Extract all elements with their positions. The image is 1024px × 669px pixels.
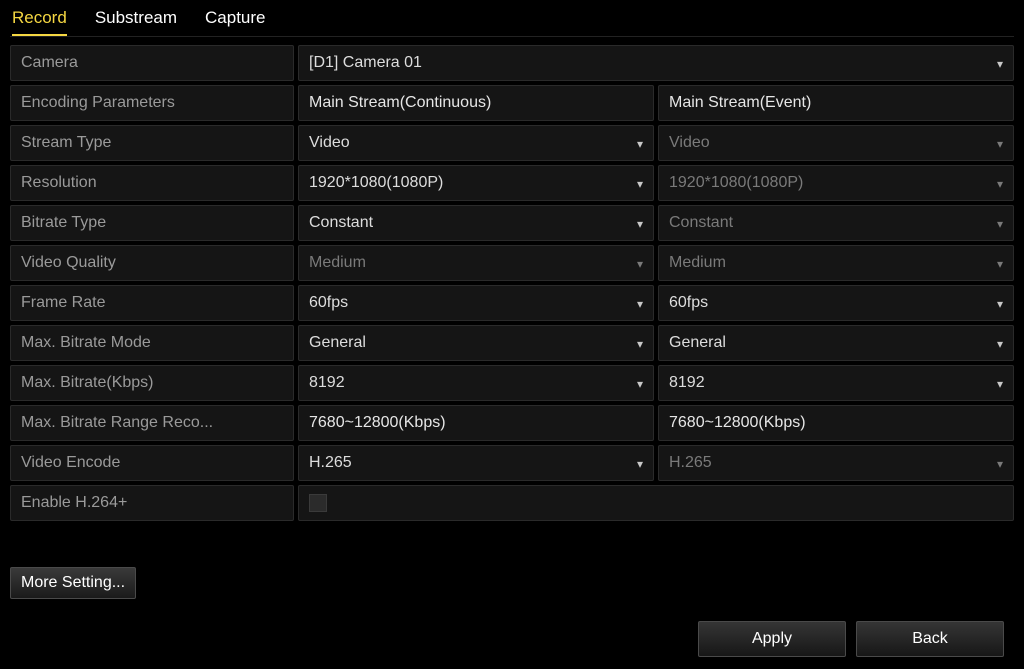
value-bitrate-type-continuous: Constant <box>309 214 373 232</box>
chevron-down-icon: ▾ <box>637 377 643 391</box>
select-camera[interactable]: [D1] Camera 01 ▾ <box>298 45 1014 81</box>
checkbox-cell-enable-h264plus <box>298 485 1014 521</box>
value-video-encode-event: H.265 <box>669 454 712 472</box>
value-max-bitrate-range-event-cell: 7680~12800(Kbps) <box>658 405 1014 441</box>
value-stream-type-continuous: Video <box>309 134 350 152</box>
label-bitrate-type: Bitrate Type <box>10 205 294 241</box>
chevron-down-icon: ▾ <box>997 217 1003 231</box>
value-video-encode-continuous: H.265 <box>309 454 352 472</box>
label-camera: Camera <box>10 45 294 81</box>
value-max-bitrate-range-event: 7680~12800(Kbps) <box>669 414 806 432</box>
value-max-bitrate-range-continuous-cell: 7680~12800(Kbps) <box>298 405 654 441</box>
label-max-bitrate-range: Max. Bitrate Range Reco... <box>10 405 294 441</box>
chevron-down-icon: ▾ <box>637 457 643 471</box>
checkbox-enable-h264plus[interactable] <box>309 494 327 512</box>
header-event-text: Main Stream(Event) <box>669 94 811 112</box>
form-area: Camera [D1] Camera 01 ▾ Encoding Paramet… <box>10 45 1014 599</box>
label-encoding-parameters: Encoding Parameters <box>10 85 294 121</box>
chevron-down-icon: ▾ <box>997 457 1003 471</box>
tab-record[interactable]: Record <box>12 4 67 36</box>
select-resolution-continuous[interactable]: 1920*1080(1080P) ▾ <box>298 165 654 201</box>
select-video-encode-event[interactable]: H.265 ▾ <box>658 445 1014 481</box>
chevron-down-icon: ▾ <box>997 257 1003 271</box>
chevron-down-icon: ▾ <box>997 377 1003 391</box>
select-bitrate-type-event[interactable]: Constant ▾ <box>658 205 1014 241</box>
label-resolution: Resolution <box>10 165 294 201</box>
select-video-encode-continuous[interactable]: H.265 ▾ <box>298 445 654 481</box>
label-frame-rate: Frame Rate <box>10 285 294 321</box>
header-main-stream-continuous: Main Stream(Continuous) <box>298 85 654 121</box>
chevron-down-icon: ▾ <box>637 337 643 351</box>
label-video-quality: Video Quality <box>10 245 294 281</box>
label-enable-h264plus: Enable H.264+ <box>10 485 294 521</box>
chevron-down-icon: ▾ <box>637 297 643 311</box>
tab-substream[interactable]: Substream <box>95 4 177 36</box>
apply-button[interactable]: Apply <box>698 621 846 657</box>
value-max-bitrate-mode-event: General <box>669 334 726 352</box>
value-stream-type-event: Video <box>669 134 710 152</box>
chevron-down-icon: ▾ <box>997 137 1003 151</box>
select-video-quality-event[interactable]: Medium ▾ <box>658 245 1014 281</box>
select-bitrate-type-continuous[interactable]: Constant ▾ <box>298 205 654 241</box>
select-stream-type-continuous[interactable]: Video ▾ <box>298 125 654 161</box>
label-max-bitrate-mode: Max. Bitrate Mode <box>10 325 294 361</box>
select-camera-value: [D1] Camera 01 <box>309 54 422 72</box>
value-max-bitrate-kbps-event: 8192 <box>669 374 705 392</box>
header-main-stream-event: Main Stream(Event) <box>658 85 1014 121</box>
select-max-bitrate-mode-continuous[interactable]: General ▾ <box>298 325 654 361</box>
value-max-bitrate-mode-continuous: General <box>309 334 366 352</box>
value-max-bitrate-kbps-continuous: 8192 <box>309 374 345 392</box>
chevron-down-icon: ▾ <box>997 57 1003 71</box>
select-max-bitrate-kbps-continuous[interactable]: 8192 ▾ <box>298 365 654 401</box>
chevron-down-icon: ▾ <box>997 177 1003 191</box>
select-frame-rate-event[interactable]: 60fps ▾ <box>658 285 1014 321</box>
label-stream-type: Stream Type <box>10 125 294 161</box>
chevron-down-icon: ▾ <box>637 257 643 271</box>
value-video-quality-event: Medium <box>669 254 726 272</box>
label-max-bitrate-kbps: Max. Bitrate(Kbps) <box>10 365 294 401</box>
select-max-bitrate-kbps-event[interactable]: 8192 ▾ <box>658 365 1014 401</box>
tab-capture[interactable]: Capture <box>205 4 265 36</box>
select-frame-rate-continuous[interactable]: 60fps ▾ <box>298 285 654 321</box>
more-setting-button[interactable]: More Setting... <box>10 567 136 599</box>
label-video-encode: Video Encode <box>10 445 294 481</box>
value-max-bitrate-range-continuous: 7680~12800(Kbps) <box>309 414 446 432</box>
back-button[interactable]: Back <box>856 621 1004 657</box>
chevron-down-icon: ▾ <box>637 217 643 231</box>
tab-bar: Record Substream Capture <box>10 0 1014 37</box>
value-frame-rate-continuous: 60fps <box>309 294 348 312</box>
footer-buttons: Apply Back <box>698 621 1004 657</box>
value-resolution-event: 1920*1080(1080P) <box>669 174 803 192</box>
value-frame-rate-event: 60fps <box>669 294 708 312</box>
chevron-down-icon: ▾ <box>997 297 1003 311</box>
select-stream-type-event[interactable]: Video ▾ <box>658 125 1014 161</box>
chevron-down-icon: ▾ <box>637 177 643 191</box>
chevron-down-icon: ▾ <box>637 137 643 151</box>
header-continuous-text: Main Stream(Continuous) <box>309 94 491 112</box>
value-video-quality-continuous: Medium <box>309 254 366 272</box>
value-resolution-continuous: 1920*1080(1080P) <box>309 174 443 192</box>
value-bitrate-type-event: Constant <box>669 214 733 232</box>
select-video-quality-continuous[interactable]: Medium ▾ <box>298 245 654 281</box>
chevron-down-icon: ▾ <box>997 337 1003 351</box>
select-max-bitrate-mode-event[interactable]: General ▾ <box>658 325 1014 361</box>
select-resolution-event[interactable]: 1920*1080(1080P) ▾ <box>658 165 1014 201</box>
